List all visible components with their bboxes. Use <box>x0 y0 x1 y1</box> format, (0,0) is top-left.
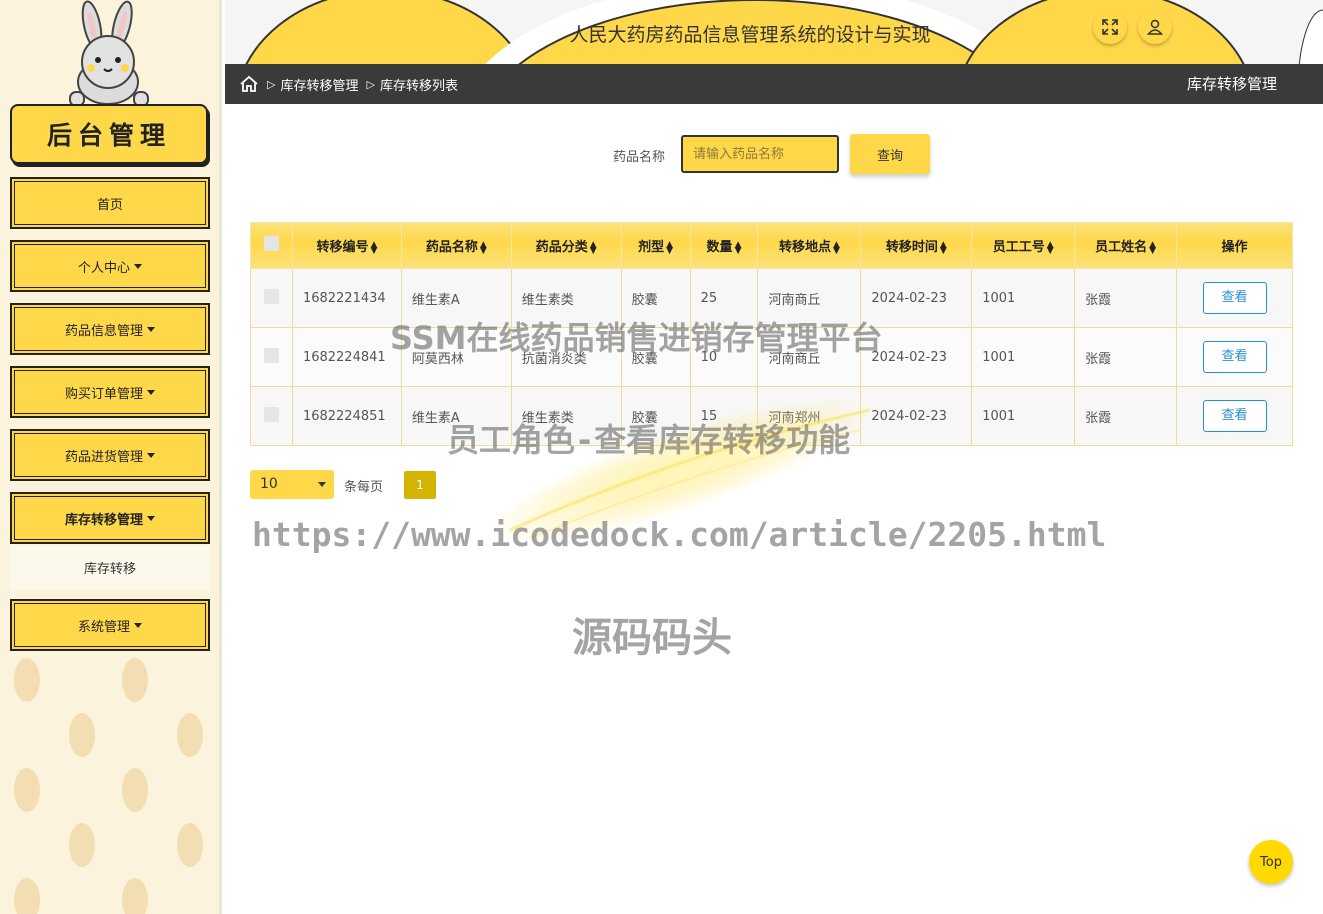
submenu-item-stock-transfer[interactable]: 库存转移 <box>10 545 210 589</box>
home-icon[interactable] <box>239 75 259 93</box>
sort-icon: ▲ ▼ <box>1046 239 1054 256</box>
sidebar-item-label: 药品进货管理 <box>64 449 143 465</box>
sidebar-item-label: 库存转移管理 <box>64 512 143 528</box>
column-header[interactable]: 员工工号 ▲ ▼ <box>971 222 1076 269</box>
sidebar-item-drug-restock[interactable]: 药品进货管理 <box>10 429 210 481</box>
back-to-top-button[interactable]: Top <box>1249 840 1293 884</box>
cell-transfer-time: 2024-02-23 <box>860 386 973 446</box>
sort-icon: ▲ ▼ <box>939 239 947 256</box>
caret-down-icon <box>147 326 155 332</box>
cell-actions: 查看 <box>1176 268 1293 328</box>
user-button[interactable] <box>1138 10 1172 44</box>
cell-employee-id: 1001 <box>971 327 1076 387</box>
sidebar-item-stock-transfer[interactable]: 库存转移管理 <box>10 492 210 544</box>
watermark-url: https://www.icodedock.com/article/2205.h… <box>252 515 1107 554</box>
page-size-value: 10 <box>260 476 278 492</box>
sort-icon: ▲ ▼ <box>370 239 378 256</box>
breadcrumb-separator-icon: ▷ <box>366 77 375 91</box>
user-icon <box>1146 19 1164 35</box>
top-header: 人民大药房药品信息管理系统的设计与实现 <box>225 0 1323 64</box>
row-select-cell[interactable] <box>250 268 293 328</box>
page-size-select[interactable]: 10 <box>250 470 334 499</box>
watermark-title: SSM在线药品销售进销存管理平台 <box>390 319 883 357</box>
column-header[interactable]: 剂型 ▲ ▼ <box>620 222 691 269</box>
breadcrumb-item-stock-transfer[interactable]: 库存转移管理 <box>280 75 358 94</box>
breadcrumb-bar: ▷ 库存转移管理 ▷ 库存转移列表 库存转移管理 <box>225 64 1323 104</box>
sidebar-item-purchase-orders[interactable]: 购买订单管理 <box>10 366 210 418</box>
sidebar-item-drug-info[interactable]: 药品信息管理 <box>10 303 210 355</box>
sidebar-item-label: 个人中心 <box>77 260 130 276</box>
cell-employee-name: 张霞 <box>1074 268 1177 328</box>
sidebar-item-label: 首页 <box>96 197 123 213</box>
search-label: 药品名称 <box>613 150 666 165</box>
watermark-site: 源码码头 <box>572 615 732 661</box>
row-checkbox[interactable] <box>263 288 279 304</box>
column-header[interactable]: 药品分类 ▲ ▼ <box>510 222 622 269</box>
caret-down-icon <box>147 389 155 395</box>
column-header[interactable]: 转移时间 ▲ ▼ <box>860 222 973 269</box>
sidebar-item-label: 系统管理 <box>77 619 130 635</box>
view-button[interactable]: 查看 <box>1202 341 1267 373</box>
page-number-button[interactable]: 1 <box>404 471 436 499</box>
cell-transfer-id: 1682224841 <box>291 327 402 387</box>
cell-actions: 查看 <box>1176 386 1293 446</box>
sidebar-item-label: 购买订单管理 <box>64 386 143 402</box>
column-header-actions: 操作 <box>1176 222 1293 269</box>
breadcrumb-item-list: 库存转移列表 <box>379 78 458 94</box>
row-checkbox[interactable] <box>263 406 279 422</box>
row-checkbox[interactable] <box>263 347 279 363</box>
column-header[interactable]: 转移编号 ▲ ▼ <box>291 222 402 269</box>
leaf-pattern-background <box>14 658 203 914</box>
sort-icon: ▲ ▼ <box>734 239 742 256</box>
select-all-checkbox[interactable] <box>263 236 279 251</box>
cell-transfer-id: 1682224851 <box>291 386 402 446</box>
breadcrumb-separator-icon: ▷ <box>267 77 276 91</box>
cell-employee-id: 1001 <box>971 268 1076 328</box>
sidebar-item-home[interactable]: 首页 <box>10 177 210 229</box>
caret-down-icon <box>134 263 142 269</box>
sidebar-item-system[interactable]: 系统管理 <box>10 599 210 651</box>
sidebar: 后台管理 首页 个人中心 药品信息管理 购买订单管理 药品进货管理 库存转移管理… <box>0 0 222 914</box>
row-select-cell[interactable] <box>250 327 293 387</box>
fullscreen-icon <box>1102 19 1118 35</box>
sort-icon: ▲ ▼ <box>666 239 674 256</box>
select-all-header[interactable] <box>250 222 293 269</box>
cell-employee-name: 张霞 <box>1074 327 1177 387</box>
search-input[interactable] <box>681 135 839 173</box>
rabbit-mascot-icon <box>69 0 149 107</box>
cell-employee-id: 1001 <box>971 386 1076 446</box>
search-button[interactable]: 查询 <box>850 134 930 174</box>
sort-icon: ▲ ▼ <box>589 239 597 256</box>
caret-down-icon <box>147 452 155 458</box>
sidebar-item-label: 药品信息管理 <box>64 323 143 339</box>
watermark-subtitle: 员工角色-查看库存转移功能 <box>447 421 851 459</box>
column-header[interactable]: 数量 ▲ ▼ <box>689 222 759 269</box>
chevron-down-icon <box>318 482 326 487</box>
table-header-row: 转移编号 ▲ ▼ 药品名称 ▲ ▼ 药品分类 ▲ ▼ 剂型 ▲ ▼ 数量 ▲ ▼ 转移地点 ▲ ▼ 转移… <box>250 222 1293 269</box>
column-header[interactable]: 转移地点 ▲ ▼ <box>757 222 862 269</box>
sidebar-item-personal-center[interactable]: 个人中心 <box>10 240 210 292</box>
fullscreen-button[interactable] <box>1093 10 1127 44</box>
view-button[interactable]: 查看 <box>1202 282 1267 314</box>
page-title: 库存转移管理 <box>1186 75 1277 93</box>
sort-icon: ▲ ▼ <box>479 239 487 256</box>
column-header[interactable]: 药品名称 ▲ ▼ <box>400 222 512 269</box>
breadcrumb: ▷ 库存转移管理 ▷ 库存转移列表 <box>239 64 458 104</box>
caret-down-icon <box>147 515 155 521</box>
sidebar-brand: 后台管理 <box>10 104 208 164</box>
cell-transfer-id: 1682221434 <box>291 268 402 328</box>
cell-employee-name: 张霞 <box>1074 386 1177 446</box>
sort-icon: ▲ ▼ <box>1149 239 1157 256</box>
view-button[interactable]: 查看 <box>1202 400 1267 432</box>
caret-down-icon <box>134 622 142 628</box>
row-select-cell[interactable] <box>250 386 293 446</box>
per-page-label: 条每页 <box>344 480 384 495</box>
cell-actions: 查看 <box>1176 327 1293 387</box>
column-header[interactable]: 员工姓名 ▲ ▼ <box>1074 222 1177 269</box>
sort-icon: ▲ ▼ <box>832 239 840 256</box>
